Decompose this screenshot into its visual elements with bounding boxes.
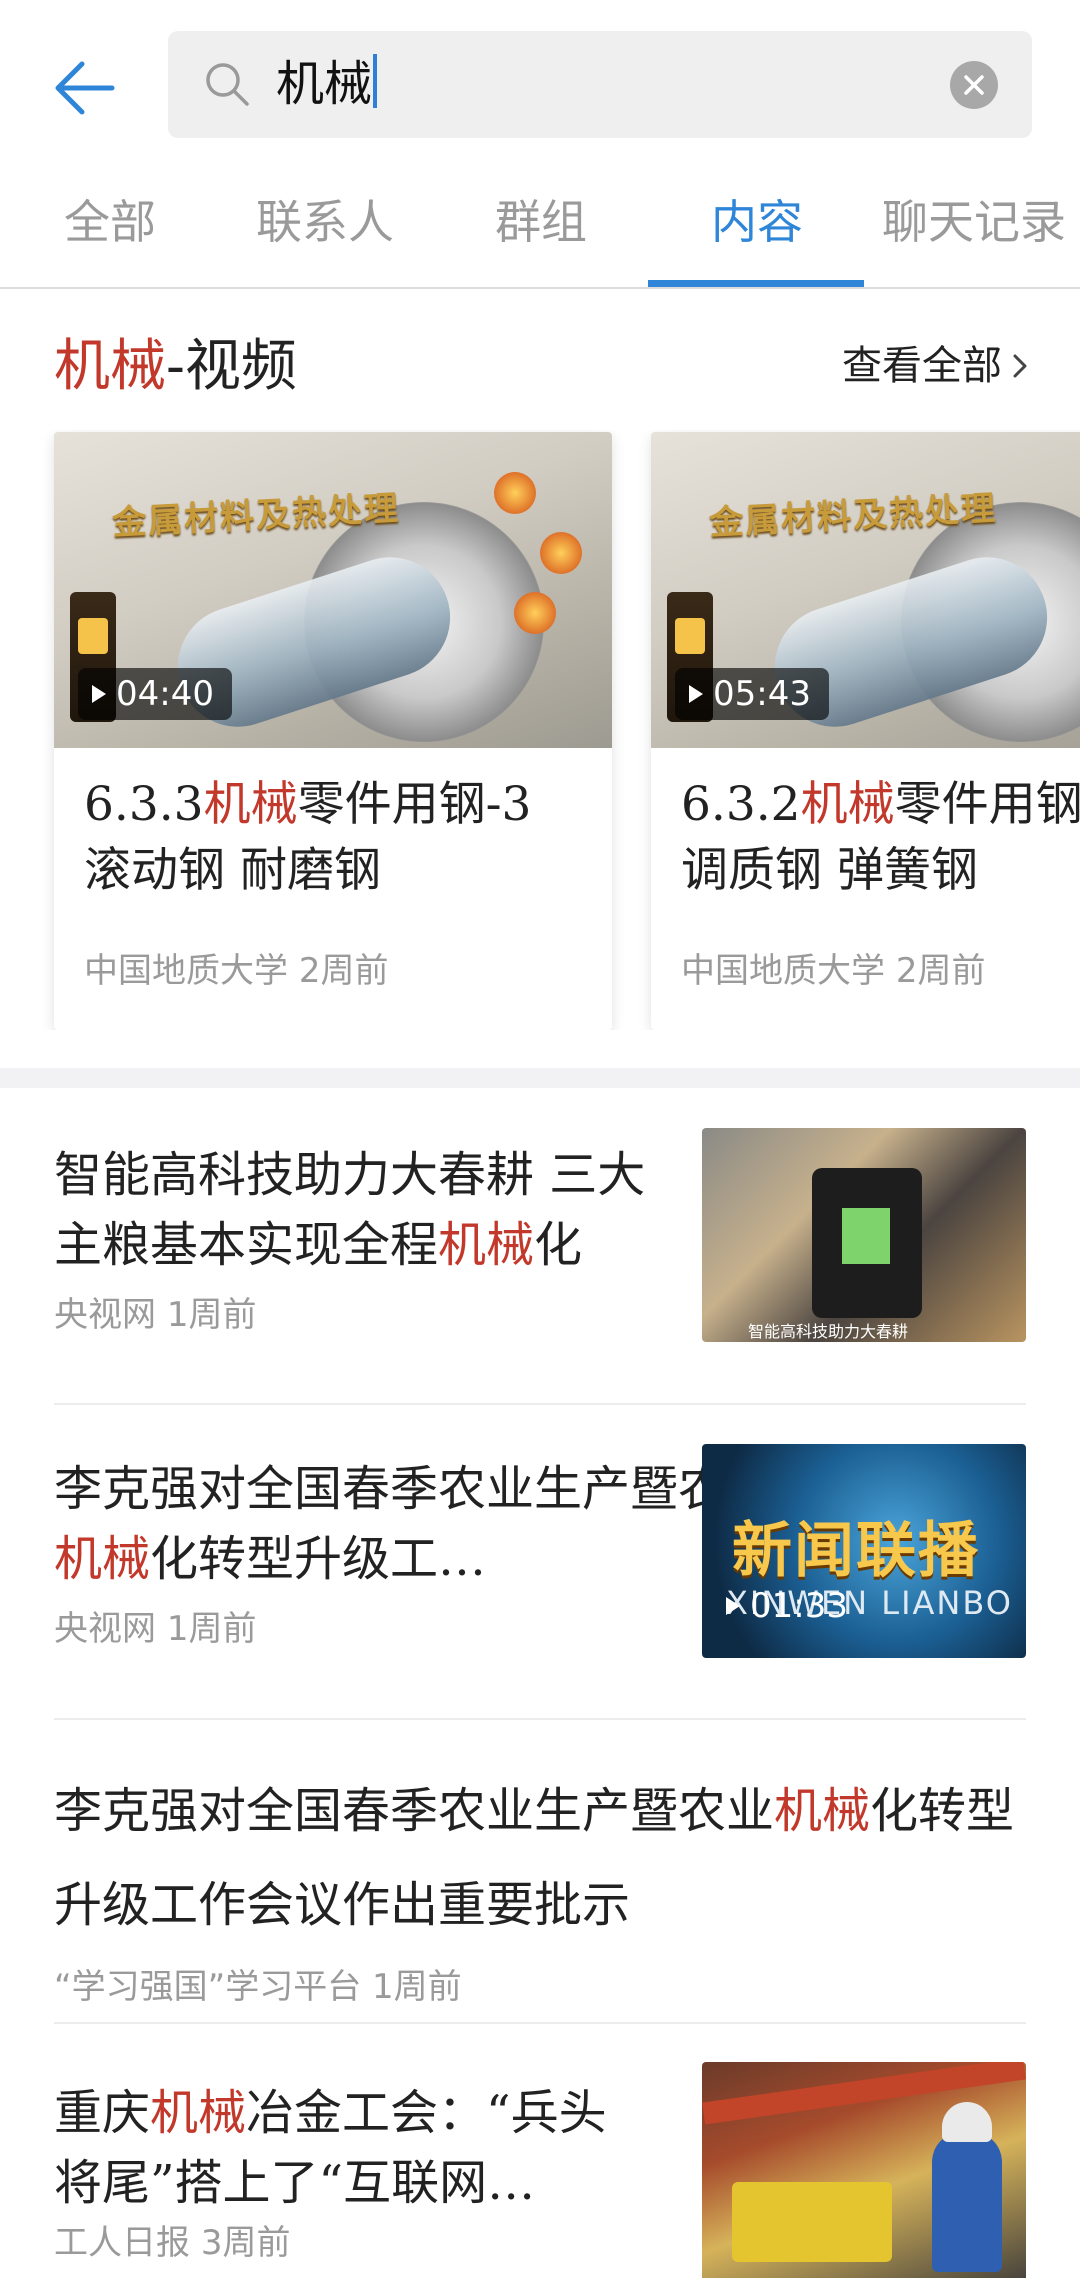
section-separator [0,1068,1080,1088]
play-icon [92,685,106,703]
duration-badge: 01:33 [726,1580,848,1632]
play-icon [726,1597,740,1615]
thumbnail-caption: 智能高科技助力大春耕 [748,1322,909,1341]
video-card[interactable]: 金属材料及热处理 04:40 6.3.3机械零件用钢-3 滚动钢 耐磨钢 中国地… [54,432,612,1030]
view-all-label: 查看全部 [842,343,1002,389]
article-meta: “学习强国”学习平台 1周前 [54,1967,462,2007]
machine-graphic [732,2182,892,2262]
search-icon [206,63,249,106]
article-title: 重庆机械冶金工会：“兵头将尾”搭上了“互联网… [54,2085,607,2211]
back-button[interactable] [48,52,120,124]
list-item[interactable]: 重庆机械冶金工会：“兵头将尾”搭上了“互联网… 工人日报 3周前 [54,2062,1026,2278]
search-query[interactable]: 机械 [276,53,378,115]
article-title: 李克强对全国春季农业生产暨农业 机械化转型升级工… [54,1461,775,1587]
article-thumbnail: 新闻联播 XINWEN LIANBO 01:33 [702,1444,1026,1658]
news-brand-logo: 新闻联播 [732,1516,980,1586]
video-meta: 中国地质大学 2周前 [84,951,389,991]
view-all-button[interactable]: 查看全部 [842,336,1028,396]
video-title: 6.3.3机械零件用钢-3 滚动钢 耐磨钢 [84,777,532,898]
close-icon [964,75,984,95]
duration-badge: 04:40 [78,668,232,720]
list-item[interactable]: 智能高科技助力大春耕 三大主粮基本实现全程机械化 央视网 1周前 智能高科技助力… [54,1128,1026,1360]
screen-graphic [842,1208,890,1264]
search-tabs: 全部 联系人 群组 内容 聊天记录 [0,168,1080,289]
article-title: 智能高科技助力大春耕 三大主粮基本实现全程机械化 [54,1147,646,1273]
duration-badge: 05:43 [675,668,829,720]
video-card[interactable]: 金属材料及热处理 05:43 6.3.2机械零件用钢 调质钢 弹簧钢 中国地质大… [651,432,1080,1030]
tab-chat-history[interactable]: 聊天记录 [882,192,1066,252]
ornament-graphic [514,592,556,634]
list-item[interactable]: 李克强对全国春季农业生产暨农业 机械化转型升级工… 央视网 1周前 新闻联播 X… [54,1444,1026,1674]
tab-content[interactable]: 内容 [711,192,803,252]
ornament-graphic [540,532,582,574]
ornament-graphic [494,472,536,514]
divider [54,2022,1026,2024]
divider [54,1403,1026,1405]
tab-contacts[interactable]: 联系人 [256,192,394,252]
video-thumbnail: 金属材料及热处理 04:40 [54,432,612,748]
clear-search-button[interactable] [950,61,998,109]
list-item[interactable]: 李克强对全国春季农业生产暨农业机械化转型升级工作会议作出重要批示 “学习强国”学… [54,1764,1026,2007]
video-carousel[interactable]: 金属材料及热处理 04:40 6.3.3机械零件用钢-3 滚动钢 耐磨钢 中国地… [0,430,1080,1030]
tab-all[interactable]: 全部 [64,192,156,252]
text-caret [373,54,378,108]
active-tab-indicator [648,280,864,287]
article-thumbnail [702,2062,1026,2278]
video-section-header: 机械-视频 查看全部 [0,290,1080,430]
section-title: 机械-视频 [54,334,297,399]
helmet-graphic [942,2102,992,2142]
video-title: 6.3.2机械零件用钢 调质钢 弹簧钢 [681,777,1080,898]
chevron-right-icon [1013,354,1027,378]
video-meta: 中国地质大学 2周前 [681,951,986,991]
arrow-left-icon [55,61,115,115]
article-thumbnail: 智能高科技助力大春耕 [702,1128,1026,1342]
tab-groups[interactable]: 群组 [495,192,587,252]
play-icon [689,685,703,703]
search-header: 机械 [0,0,1080,168]
worker-graphic [932,2132,1002,2272]
video-thumbnail: 金属材料及热处理 05:43 [651,432,1080,748]
article-title: 李克强对全国春季农业生产暨农业机械化转型升级工作会议作出重要批示 [54,1783,1015,1933]
search-input[interactable]: 机械 [168,31,1032,138]
divider [54,1718,1026,1720]
